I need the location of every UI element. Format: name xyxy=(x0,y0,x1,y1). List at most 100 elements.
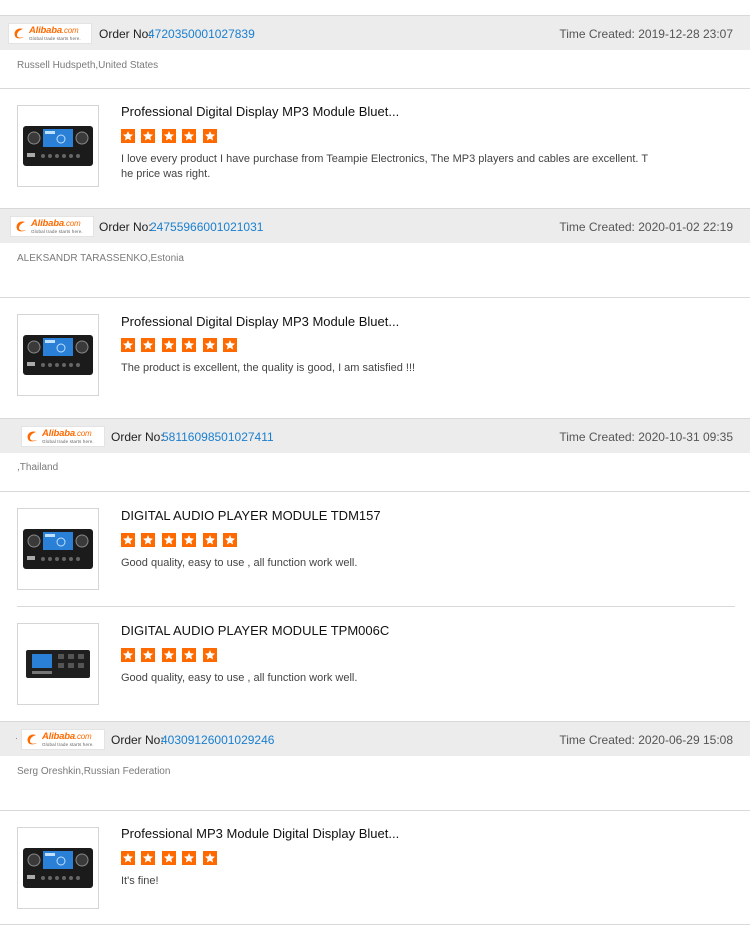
star-icon xyxy=(202,851,217,865)
star-icon xyxy=(141,338,156,352)
mp3-module-image xyxy=(23,335,93,375)
order-no-label: Order No: xyxy=(99,220,152,234)
time-created-label: Time Created: xyxy=(559,27,635,41)
alibaba-logo[interactable]: Alibaba.com Global trade starts here. xyxy=(21,426,105,447)
item-divider xyxy=(17,606,735,607)
star-icon xyxy=(182,129,197,143)
star-icon xyxy=(202,338,217,352)
logo-suffix: .com xyxy=(61,26,79,35)
product-title-link[interactable]: Professional MP3 Module Digital Display … xyxy=(121,826,399,841)
time-created-label: Time Created: xyxy=(559,220,635,234)
divider xyxy=(0,491,750,492)
product-thumbnail[interactable] xyxy=(17,827,99,909)
product-title-link[interactable]: Professional Digital Display MP3 Module … xyxy=(121,104,399,119)
product-thumbnail[interactable] xyxy=(17,623,99,705)
rating-stars xyxy=(121,648,219,662)
product-thumbnail[interactable] xyxy=(17,105,99,187)
star-icon xyxy=(202,129,217,143)
tpm006c-module-image xyxy=(26,650,90,678)
star-icon xyxy=(161,533,176,547)
time-created-value: 2020-01-02 22:19 xyxy=(638,220,733,234)
divider xyxy=(0,810,750,811)
buyer-info: ALEKSANDR TARASSENKO,Estonia xyxy=(17,253,184,264)
alibaba-mark-icon xyxy=(14,28,24,39)
product-title-link[interactable]: DIGITAL AUDIO PLAYER MODULE TDM157 xyxy=(121,508,381,523)
star-icon xyxy=(161,648,176,662)
order-header: Alibaba.com Global trade starts here. Or… xyxy=(0,208,750,243)
order-number-link[interactable]: 24755966001021031 xyxy=(150,220,263,234)
alibaba-mark-icon xyxy=(16,221,26,232)
star-icon xyxy=(182,533,197,547)
star-icon xyxy=(141,851,156,865)
star-icon xyxy=(121,648,135,662)
time-created-value: 2020-06-29 15:08 xyxy=(638,733,733,747)
star-icon xyxy=(161,851,176,865)
product-thumbnail[interactable] xyxy=(17,508,99,590)
review-text: The product is excellent, the quality is… xyxy=(121,362,416,374)
star-icon xyxy=(141,533,156,547)
star-icon xyxy=(182,851,197,865)
star-icon xyxy=(202,648,217,662)
order-no-label: Order No: xyxy=(99,27,152,41)
time-created-label: Time Created: xyxy=(559,430,635,444)
buyer-info: Serg Oreshkin,Russian Federation xyxy=(17,766,171,777)
alibaba-logo[interactable]: Alibaba.com Global trade starts here. xyxy=(8,23,92,44)
order-no-label: Order No: xyxy=(111,733,164,747)
logo-suffix: .com xyxy=(74,429,92,438)
time-created: Time Created: 2020-10-31 09:35 xyxy=(559,430,733,444)
logo-tagline: Global trade starts here. xyxy=(42,742,94,747)
star-icon xyxy=(141,129,156,143)
star-icon xyxy=(182,648,197,662)
star-icon xyxy=(161,129,176,143)
logo-word: Alibaba xyxy=(42,428,75,439)
alibaba-logo[interactable]: Alibaba.com Global trade starts here. xyxy=(21,729,105,750)
divider xyxy=(0,88,750,89)
logo-word: Alibaba xyxy=(42,731,75,742)
mp3-module-image xyxy=(23,126,93,166)
time-created: Time Created: 2020-06-29 15:08 xyxy=(559,733,733,747)
star-icon xyxy=(161,338,176,352)
star-icon xyxy=(121,851,135,865)
order-number-link[interactable]: 4720350001027839 xyxy=(148,27,255,41)
product-title-link[interactable]: Professional Digital Display MP3 Module … xyxy=(121,314,399,329)
logo-tagline: Global trade starts here. xyxy=(42,439,94,444)
rating-stars xyxy=(121,338,239,352)
product-thumbnail[interactable] xyxy=(17,314,99,396)
order-no-label: Order No: xyxy=(111,430,164,444)
review-text: Good quality, easy to use , all function… xyxy=(121,672,358,684)
time-created-value: 2020-10-31 09:35 xyxy=(638,430,733,444)
rating-stars xyxy=(121,851,219,865)
time-created: Time Created: 2020-01-02 22:19 xyxy=(559,220,733,234)
order-number-link[interactable]: 58116098501027411 xyxy=(162,430,274,444)
product-title-link[interactable]: DIGITAL AUDIO PLAYER MODULE TPM006C xyxy=(121,623,389,638)
time-created: Time Created: 2019-12-28 23:07 xyxy=(559,27,733,41)
order-header: Alibaba.com Global trade starts here. Or… xyxy=(0,15,750,50)
star-icon xyxy=(223,533,238,547)
mp3-module-image xyxy=(23,848,93,888)
divider xyxy=(0,924,750,925)
review-text: Good quality, easy to use , all function… xyxy=(121,557,358,569)
logo-suffix: .com xyxy=(63,219,81,228)
star-icon xyxy=(141,648,156,662)
buyer-info: ,Thailand xyxy=(17,462,59,473)
logo-suffix: .com xyxy=(74,732,92,741)
star-icon xyxy=(121,338,135,352)
order-number-link[interactable]: 40309126001029246 xyxy=(161,733,274,747)
review-text: It's fine! xyxy=(121,875,159,887)
alibaba-logo[interactable]: Alibaba.com Global trade starts here. xyxy=(10,216,94,237)
alibaba-mark-icon xyxy=(27,734,37,745)
star-icon xyxy=(121,533,135,547)
logo-word: Alibaba xyxy=(31,218,64,229)
star-icon xyxy=(121,129,135,143)
time-created-value: 2019-12-28 23:07 xyxy=(638,27,733,41)
divider xyxy=(0,297,750,298)
star-icon xyxy=(223,338,238,352)
bullet-dot: · xyxy=(15,734,18,743)
order-header: Alibaba.com Global trade starts here. Or… xyxy=(0,418,750,453)
logo-tagline: Global trade starts here. xyxy=(29,36,81,41)
rating-stars xyxy=(121,129,219,143)
review-line-2: he price was right. xyxy=(121,168,211,180)
order-header: · Alibaba.com Global trade starts here. … xyxy=(0,721,750,756)
mp3-module-image xyxy=(23,529,93,569)
star-icon xyxy=(202,533,217,547)
